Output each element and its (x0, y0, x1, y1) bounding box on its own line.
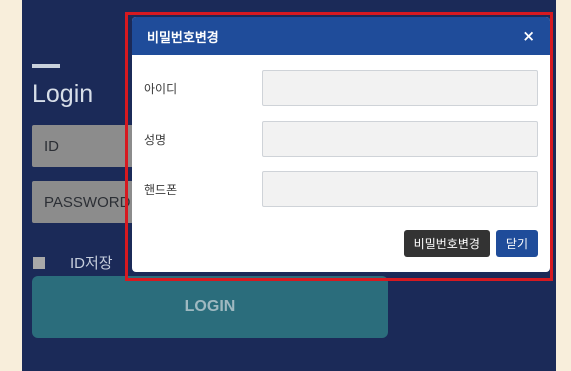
id-field[interactable] (262, 70, 538, 106)
close-button[interactable]: 닫기 (495, 230, 538, 257)
form-row-name: 성명 (144, 120, 538, 158)
name-label: 성명 (144, 132, 167, 147)
modal-title: 비밀번호변경 (147, 30, 219, 46)
login-button[interactable]: LOGIN (32, 276, 388, 338)
login-title: Login (32, 80, 94, 108)
change-password-button[interactable]: 비밀번호변경 (403, 230, 490, 257)
name-field[interactable] (262, 121, 538, 157)
password-change-modal: 비밀번호변경 × 아이디 성명 핸드폰 비밀번호변경 닫기 (132, 17, 550, 272)
id-label: 아이디 (144, 81, 178, 96)
save-id-row[interactable]: ID저장 (33, 252, 113, 273)
save-id-checkbox[interactable] (33, 256, 45, 269)
modal-header: 비밀번호변경 × (132, 17, 550, 55)
save-id-label: ID저장 (70, 255, 113, 272)
accent-bar (32, 64, 60, 68)
phone-field[interactable] (262, 171, 538, 207)
form-row-phone: 핸드폰 (144, 170, 538, 208)
modal-footer: 비밀번호변경 닫기 (403, 230, 538, 257)
close-icon[interactable]: × (522, 28, 535, 44)
form-row-id: 아이디 (144, 69, 538, 107)
phone-label: 핸드폰 (144, 182, 178, 197)
